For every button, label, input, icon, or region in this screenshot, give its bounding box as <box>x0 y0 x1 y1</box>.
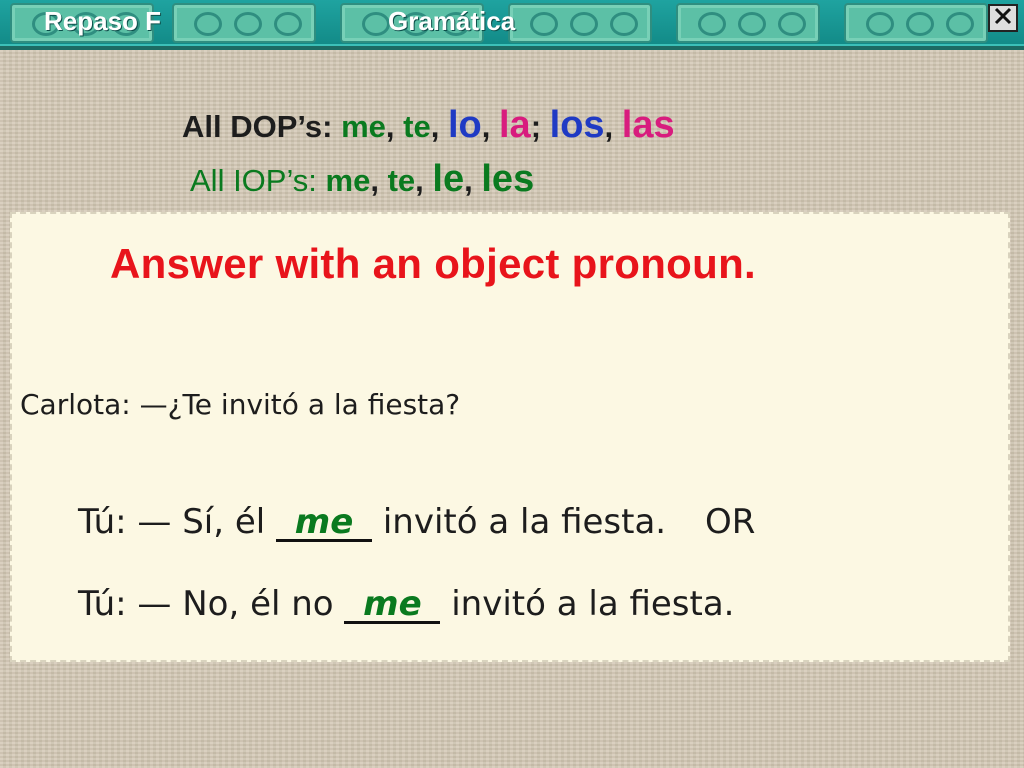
iop-pronoun-me: me <box>325 163 371 198</box>
answer2-prefix: Tú: — No, él no <box>78 584 334 624</box>
iop-pronoun-les: les <box>481 158 535 200</box>
decorative-tile <box>508 3 652 43</box>
answer1-blank: me <box>276 505 373 542</box>
iop-line: All IOP’s: me, te, le, les <box>190 158 535 200</box>
iop-label: All IOP’s: <box>190 163 317 198</box>
dop-pronoun-me: me <box>341 109 386 144</box>
question-text: Carlota: —¿Te invitó a la fiesta? <box>20 388 461 421</box>
close-x-icon <box>994 7 1012 30</box>
decorative-tile <box>844 3 988 43</box>
decorative-tile <box>676 3 820 43</box>
answer2-blank: me <box>344 587 441 624</box>
header-right-title: Gramática <box>388 6 516 36</box>
dop-label: All DOP’s: <box>182 109 333 144</box>
dop-pronoun-los: los <box>549 104 605 146</box>
answer1-connector: OR <box>704 502 756 542</box>
answer2-suffix: invitó a la fiesta. <box>451 584 735 624</box>
dop-pronoun-te: te <box>403 109 431 144</box>
iop-pronoun-le: le <box>432 158 465 200</box>
dop-pronoun-las: las <box>621 104 675 146</box>
top-banner: Repaso F Gramática <box>0 0 1024 50</box>
header-left-title: Repaso F <box>44 6 162 36</box>
answer1-prefix: Tú: — Sí, él <box>78 502 266 542</box>
answer1-suffix: invitó a la fiesta. <box>382 502 667 542</box>
answer-line-yes: Tú: — Sí, él me invitó a la fiesta. OR <box>78 502 755 542</box>
dop-pronoun-lo: lo <box>447 104 482 146</box>
answer-line-no: Tú: — No, él no me invitó a la fiesta. <box>78 584 735 624</box>
instruction-heading: Answer with an object pronoun. <box>110 240 757 287</box>
close-button[interactable] <box>988 4 1018 32</box>
decorative-tile <box>172 3 316 43</box>
dop-pronoun-la: la <box>498 104 531 146</box>
dop-line: All DOP’s: me, te, lo, la; los, las <box>182 104 675 146</box>
iop-pronoun-te: te <box>387 163 416 198</box>
